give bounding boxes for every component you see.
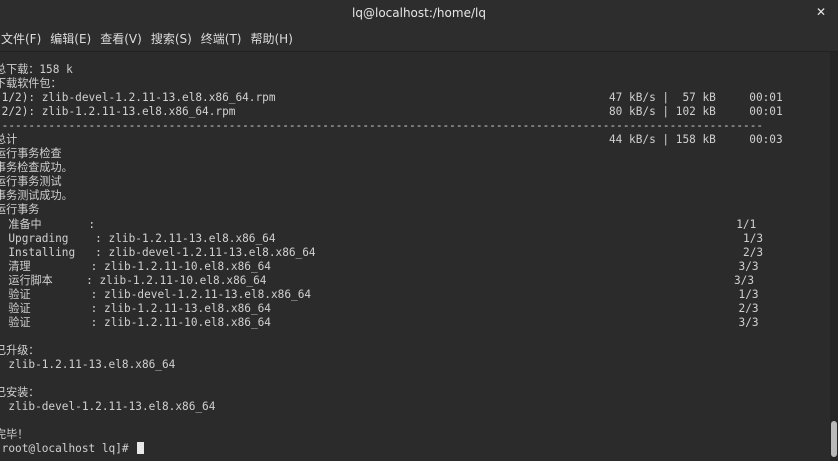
terminal-line-text: 准备中 : 1/1 bbox=[0, 217, 757, 231]
close-icon[interactable]: ✕ bbox=[812, 3, 830, 21]
vertical-scrollbar[interactable] bbox=[830, 52, 838, 461]
terminal-line-stats: 80 kB/s | 102 kB 00:01 bbox=[609, 105, 783, 119]
terminal-line: 验证 : zlib-1.2.11-10.el8.x86_64 3/3 bbox=[0, 316, 830, 330]
terminal-line-text: 验证 : zlib-devel-1.2.11-13.el8.x86_64 1/3 bbox=[0, 287, 759, 301]
menu-file[interactable]: 文件(F) bbox=[0, 30, 46, 47]
terminal-line-text: 已安装： bbox=[0, 386, 40, 400]
terminal-line-text: 下载软件包： bbox=[0, 77, 62, 91]
terminal-line-text: 总下载：158 k bbox=[0, 63, 73, 76]
title-bar[interactable]: lq@localhost:/home/lq ✕ bbox=[0, 0, 838, 25]
terminal-line-text: 完毕！ bbox=[0, 428, 29, 442]
terminal-line: 已安装： bbox=[0, 386, 830, 400]
terminal-line: (1/2): zlib-devel-1.2.11-13.el8.x86_64.r… bbox=[0, 91, 830, 105]
terminal-line: 验证 : zlib-devel-1.2.11-13.el8.x86_64 1/3 bbox=[0, 288, 830, 302]
terminal-line: 事务测试成功。 bbox=[0, 189, 830, 203]
terminal-line-stats: 44 kB/s | 158 kB 00:03 bbox=[609, 133, 783, 147]
terminal-line-text: 运行事务 bbox=[0, 203, 40, 217]
terminal-line-text: 事务测试成功。 bbox=[0, 189, 73, 203]
menu-bar: 文件(F) 编辑(E) 查看(V) 搜索(S) 终端(T) 帮助(H) bbox=[0, 25, 838, 52]
terminal-line: 总下载：158 k bbox=[0, 63, 830, 77]
terminal-line-text: 清理 : zlib-1.2.11-10.el8.x86_64 3/3 bbox=[0, 259, 759, 273]
terminal-output[interactable]: 总下载：158 k 下载软件包： (1/2): zlib-devel-1.2.11-… bbox=[0, 52, 830, 461]
terminal-line: zlib-devel-1.2.11-13.el8.x86_64 bbox=[0, 400, 830, 414]
terminal-line-text: Installing : zlib-devel-1.2.11-13.el8.x8… bbox=[0, 245, 764, 259]
terminal-line: Upgrading : zlib-1.2.11-13.el8.x86_64 1/… bbox=[0, 232, 830, 246]
terminal-line-text: zlib-1.2.11-13.el8.x86_64 bbox=[0, 357, 176, 371]
terminal-line: ----------------------------------------… bbox=[0, 119, 830, 133]
terminal-line-text: ----------------------------------------… bbox=[0, 119, 764, 133]
terminal-line: 清理 : zlib-1.2.11-10.el8.x86_64 3/3 bbox=[0, 260, 830, 274]
menu-terminal[interactable]: 终端(T) bbox=[201, 30, 247, 47]
terminal-line-text: 验证 : zlib-1.2.11-13.el8.x86_64 2/3 bbox=[0, 301, 759, 315]
terminal-line-text: 运行事务检查 bbox=[0, 147, 62, 161]
prompt-line[interactable]: [root@localhost lq]# bbox=[0, 442, 830, 456]
terminal-line: 已升级： bbox=[0, 344, 830, 358]
window-title: lq@localhost:/home/lq bbox=[352, 5, 486, 20]
terminal-line-stats: 47 kB/s | 57 kB 00:01 bbox=[609, 91, 783, 105]
terminal-line: zlib-1.2.11-13.el8.x86_64 bbox=[0, 358, 830, 372]
menu-help[interactable]: 帮助(H) bbox=[251, 30, 298, 47]
terminal-line-text: zlib-devel-1.2.11-13.el8.x86_64 bbox=[0, 400, 216, 414]
terminal-line-text: 总计 bbox=[0, 133, 18, 147]
terminal-window: lq@localhost:/home/lq ✕ 文件(F) 编辑(E) 查看(V… bbox=[0, 0, 838, 461]
terminal-line: 运行事务测试 bbox=[0, 175, 830, 189]
terminal-line: 准备中 : 1/1 bbox=[0, 218, 830, 232]
menu-view[interactable]: 查看(V) bbox=[100, 30, 147, 47]
terminal-line-text: (1/2): zlib-devel-1.2.11-13.el8.x86_64.r… bbox=[0, 91, 276, 105]
terminal-line-text: Upgrading : zlib-1.2.11-13.el8.x86_64 1/… bbox=[0, 231, 764, 245]
terminal-line: Installing : zlib-devel-1.2.11-13.el8.x8… bbox=[0, 246, 830, 260]
terminal-line: 验证 : zlib-1.2.11-13.el8.x86_64 2/3 bbox=[0, 302, 830, 316]
terminal-line-text: 运行事务测试 bbox=[0, 175, 62, 189]
terminal-line: 事务检查成功。 bbox=[0, 161, 830, 175]
terminal-line-text: 已升级： bbox=[0, 343, 40, 357]
menu-edit[interactable]: 编辑(E) bbox=[50, 30, 96, 47]
menu-search[interactable]: 搜索(S) bbox=[151, 30, 197, 47]
terminal-line-text: 验证 : zlib-1.2.11-10.el8.x86_64 3/3 bbox=[0, 315, 759, 329]
terminal-line-text: (2/2): zlib-1.2.11-13.el8.x86_64.rpm bbox=[0, 105, 236, 119]
scroll-thumb[interactable] bbox=[831, 421, 837, 457]
terminal-line-text: 运行脚本 : zlib-1.2.11-10.el8.x86_64 3/3 bbox=[0, 273, 755, 287]
terminal-line-text: 事务检查成功。 bbox=[0, 161, 73, 175]
terminal-line: 运行事务 bbox=[0, 203, 830, 217]
shell-prompt: [root@localhost lq]# bbox=[0, 442, 145, 456]
terminal-line: 运行脚本 : zlib-1.2.11-10.el8.x86_64 3/3 bbox=[0, 274, 830, 288]
terminal-line: 完毕！ bbox=[0, 428, 830, 442]
terminal-line: 运行事务检查 bbox=[0, 147, 830, 161]
terminal-line: (2/2): zlib-1.2.11-13.el8.x86_64.rpm 80 k… bbox=[0, 105, 830, 119]
terminal-line: 下载软件包： bbox=[0, 77, 830, 91]
terminal-line: 总计 44 kB/s | 158 kB 00:03 bbox=[0, 133, 830, 147]
text-cursor bbox=[137, 442, 145, 455]
